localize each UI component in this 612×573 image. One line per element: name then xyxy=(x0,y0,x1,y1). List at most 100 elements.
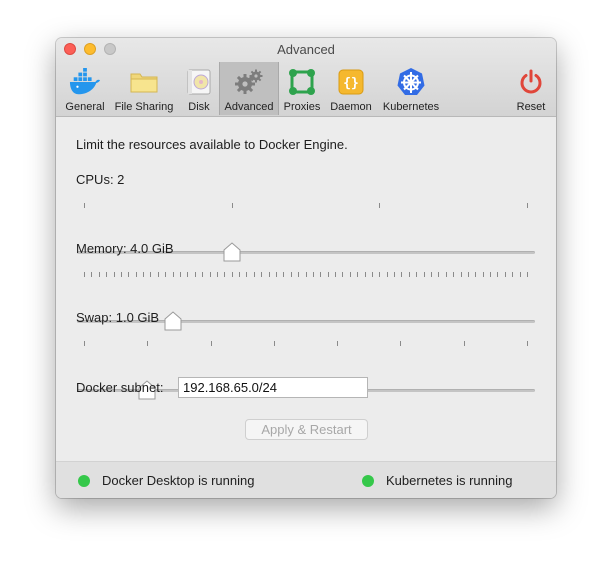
slider-tick xyxy=(150,272,152,277)
slider-tick xyxy=(120,272,122,277)
slider-tick xyxy=(400,341,402,346)
slider-tick xyxy=(231,203,233,208)
tab-file-sharing[interactable]: File Sharing xyxy=(112,62,176,115)
slider-tick xyxy=(179,272,181,277)
tab-reset-label: Reset xyxy=(516,101,546,113)
slider-tick xyxy=(337,341,339,346)
docker-whale-icon xyxy=(69,66,101,98)
slider-tick xyxy=(490,272,492,277)
slider-tick xyxy=(527,272,528,277)
slider-tick xyxy=(106,272,108,277)
tab-disk-label: Disk xyxy=(188,101,210,113)
slider-tick xyxy=(147,341,149,346)
tab-file-sharing-label: File Sharing xyxy=(114,101,174,113)
slider-tick xyxy=(416,272,418,277)
proxies-icon xyxy=(286,66,318,98)
docker-status-indicator-icon xyxy=(78,475,90,487)
slider-tick xyxy=(253,272,255,277)
slider-tick xyxy=(157,272,159,277)
slider-tick xyxy=(273,341,275,346)
memory-label: Memory: 4.0 GiB xyxy=(76,241,174,256)
slider-tick xyxy=(431,272,433,277)
svg-text:{}: {} xyxy=(343,76,359,91)
apply-restart-button[interactable]: Apply & Restart xyxy=(245,419,368,440)
slider-tick xyxy=(216,272,218,277)
slider-tick xyxy=(312,272,314,277)
slider-tick xyxy=(357,272,359,277)
tab-daemon[interactable]: {} Daemon xyxy=(327,62,375,115)
slider-tick xyxy=(84,272,85,277)
kubernetes-status-indicator-icon xyxy=(362,475,374,487)
slider-tick xyxy=(187,272,189,277)
tab-reset[interactable]: Reset xyxy=(510,62,552,115)
intro-text: Limit the resources available to Docker … xyxy=(76,137,348,152)
gears-icon xyxy=(233,66,265,98)
slider-tick xyxy=(239,272,241,277)
status-bar: Docker Desktop is running Kubernetes is … xyxy=(56,461,556,498)
slider-tick xyxy=(379,203,381,208)
slider-tick xyxy=(209,272,211,277)
swap-label: Swap: 1.0 GiB xyxy=(76,310,160,325)
tab-disk[interactable]: Disk xyxy=(179,62,219,115)
slider-tick xyxy=(349,272,351,277)
slider-tick xyxy=(98,272,100,277)
docker-subnet-label: Docker subnet: xyxy=(76,380,164,395)
slider-tick xyxy=(194,272,196,277)
docker-subnet-input[interactable] xyxy=(178,377,368,398)
docker-status-text: Docker Desktop is running xyxy=(102,473,255,488)
tab-general-label: General xyxy=(65,101,105,113)
slider-tick xyxy=(386,272,388,277)
slider-tick xyxy=(475,272,477,277)
slider-tick xyxy=(379,272,381,277)
slider-tick xyxy=(342,272,344,277)
slider-tick xyxy=(527,341,528,346)
cpus-slider-knob[interactable] xyxy=(223,242,241,262)
slider-tick xyxy=(283,272,285,277)
preferences-window: Advanced General File Sharing Disk Advan… xyxy=(56,38,556,498)
memory-slider-knob[interactable] xyxy=(164,311,182,331)
slider-tick xyxy=(504,272,506,277)
slider-tick xyxy=(210,341,212,346)
advanced-settings-panel: Limit the resources available to Docker … xyxy=(56,117,556,461)
slider-tick xyxy=(423,272,425,277)
slider-tick xyxy=(224,272,226,277)
slider-tick xyxy=(275,272,277,277)
slider-tick xyxy=(519,272,521,277)
tab-general[interactable]: General xyxy=(60,62,110,115)
slider-tick xyxy=(172,272,174,277)
slider-tick xyxy=(335,272,337,277)
slider-tick xyxy=(202,272,204,277)
slider-tick xyxy=(84,341,85,346)
slider-tick xyxy=(327,272,329,277)
slider-tick xyxy=(268,272,270,277)
tab-advanced-label: Advanced xyxy=(224,101,274,113)
folder-icon xyxy=(128,66,160,98)
kubernetes-status-text: Kubernetes is running xyxy=(386,473,513,488)
titlebar: Advanced General File Sharing Disk Advan… xyxy=(56,38,556,117)
slider-tick xyxy=(401,272,403,277)
window-title: Advanced xyxy=(277,42,335,57)
tab-proxies-label: Proxies xyxy=(283,101,321,113)
tab-kubernetes[interactable]: Kubernetes xyxy=(378,62,444,115)
slider-tick xyxy=(290,272,292,277)
slider-tick xyxy=(482,272,484,277)
slider-tick xyxy=(320,272,322,277)
power-icon xyxy=(515,66,547,98)
tab-advanced[interactable]: Advanced xyxy=(219,62,279,115)
slider-tick xyxy=(246,272,248,277)
slider-tick xyxy=(364,272,366,277)
tab-proxies[interactable]: Proxies xyxy=(280,62,324,115)
slider-tick xyxy=(261,272,263,277)
tab-daemon-label: Daemon xyxy=(330,101,372,113)
slider-tick xyxy=(445,272,447,277)
slider-tick xyxy=(527,203,528,208)
cpus-label: CPUs: 2 xyxy=(76,172,125,187)
slider-tick xyxy=(165,272,167,277)
slider-tick xyxy=(438,272,440,277)
daemon-braces-icon: {} xyxy=(335,66,367,98)
slider-tick xyxy=(113,272,115,277)
kubernetes-helm-icon xyxy=(395,66,427,98)
slider-tick xyxy=(408,272,410,277)
slider-tick xyxy=(298,272,300,277)
disk-icon xyxy=(183,66,215,98)
